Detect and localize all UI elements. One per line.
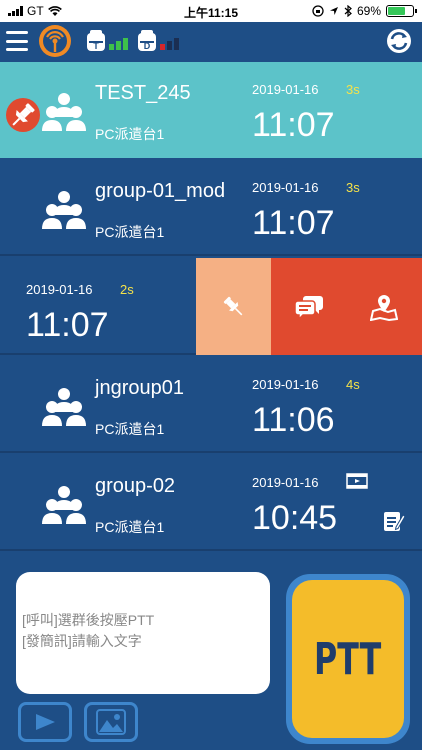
orientation-lock-icon xyxy=(312,5,324,17)
status-right: 69% xyxy=(312,4,417,18)
group-time: 11:06 xyxy=(252,401,335,439)
group-duration: 3s xyxy=(346,82,360,97)
group-subtitle: PC派遣台1 xyxy=(95,519,165,535)
group-name: jngroup01 xyxy=(95,377,184,399)
message-action-button[interactable] xyxy=(271,258,346,355)
group-row-group-02[interactable]: group-02 PC派遣台1 2019-01-16 10:45 xyxy=(0,455,422,551)
hint-sms: [發簡訊]請輸入文字 xyxy=(22,633,142,649)
group-icon xyxy=(42,486,86,524)
group-subtitle: PC派遣台1 xyxy=(95,421,165,437)
message-input[interactable]: [呼叫]選群後按壓PTT [發簡訊]請輸入文字 xyxy=(16,572,270,694)
device-d-status-icon: D xyxy=(137,26,187,56)
sync-icon[interactable] xyxy=(386,28,412,54)
map-action-button[interactable] xyxy=(346,258,422,355)
message-icon xyxy=(293,295,323,321)
video-button[interactable] xyxy=(18,702,72,742)
group-date: 2019-01-16 xyxy=(26,282,93,297)
group-duration: 4s xyxy=(346,377,360,392)
location-icon xyxy=(329,7,338,15)
group-name: group-02 xyxy=(95,475,176,497)
image-button[interactable] xyxy=(84,702,138,742)
group-time: 11:07 xyxy=(26,306,109,344)
group-icon xyxy=(42,93,86,131)
battery-percent: 69% xyxy=(356,4,381,18)
device-t-status-icon: T xyxy=(86,26,136,56)
group-subtitle: PC派遣台1 xyxy=(95,126,165,142)
bluetooth-icon xyxy=(344,5,352,17)
group-row-jngroup01[interactable]: jngroup01 PC派遣台1 2019-01-16 4s 11:06 xyxy=(0,357,422,453)
svg-text:D: D xyxy=(144,41,151,51)
group-time: 10:45 xyxy=(252,499,338,537)
status-bar: GT 上午11:15 69% xyxy=(0,0,422,22)
group-date: 2019-01-16 xyxy=(252,475,319,490)
pin-icon xyxy=(6,98,40,132)
group-time: 11:07 xyxy=(252,106,335,144)
menu-icon[interactable] xyxy=(6,28,28,54)
group-duration: 2s xyxy=(120,282,134,297)
ptt-button-frame: PTT xyxy=(286,574,410,744)
swiped-group-row[interactable]: 2019-01-16 2s 11:07 xyxy=(0,258,422,355)
group-subtitle: PC派遣台1 xyxy=(95,224,165,240)
group-date: 2019-01-16 xyxy=(252,377,319,392)
ptt-button[interactable]: PTT xyxy=(292,580,404,738)
radar-icon[interactable] xyxy=(38,24,72,58)
group-name: group-01_mod xyxy=(95,180,226,202)
battery-icon xyxy=(386,5,417,17)
group-date: 2019-01-16 xyxy=(252,82,319,97)
bottom-panel: [呼叫]選群後按壓PTT [發簡訊]請輸入文字 PTT xyxy=(0,562,422,750)
note-icon xyxy=(384,512,406,531)
hint-call: [呼叫]選群後按壓PTT xyxy=(22,612,155,628)
group-date: 2019-01-16 xyxy=(252,180,319,195)
group-icon xyxy=(42,388,86,426)
pin-action-button[interactable] xyxy=(196,258,271,355)
video-icon xyxy=(346,473,368,489)
svg-text:T: T xyxy=(93,41,99,51)
play-icon xyxy=(36,714,55,730)
map-icon xyxy=(370,294,398,321)
pin-icon xyxy=(223,296,242,315)
group-name: TEST_245 xyxy=(95,82,191,104)
group-time: 11:07 xyxy=(252,204,335,242)
group-duration: 3s xyxy=(346,180,360,195)
group-icon xyxy=(42,191,86,229)
group-row-group-01-mod[interactable]: group-01_mod PC派遣台1 2019-01-16 3s 11:07 xyxy=(0,160,422,256)
group-row-test-245[interactable]: TEST_245 PC派遣台1 2019-01-16 3s 11:07 xyxy=(0,62,422,158)
image-icon xyxy=(96,709,126,735)
app-header: T D xyxy=(0,22,422,62)
ptt-label: PTT xyxy=(314,633,382,685)
